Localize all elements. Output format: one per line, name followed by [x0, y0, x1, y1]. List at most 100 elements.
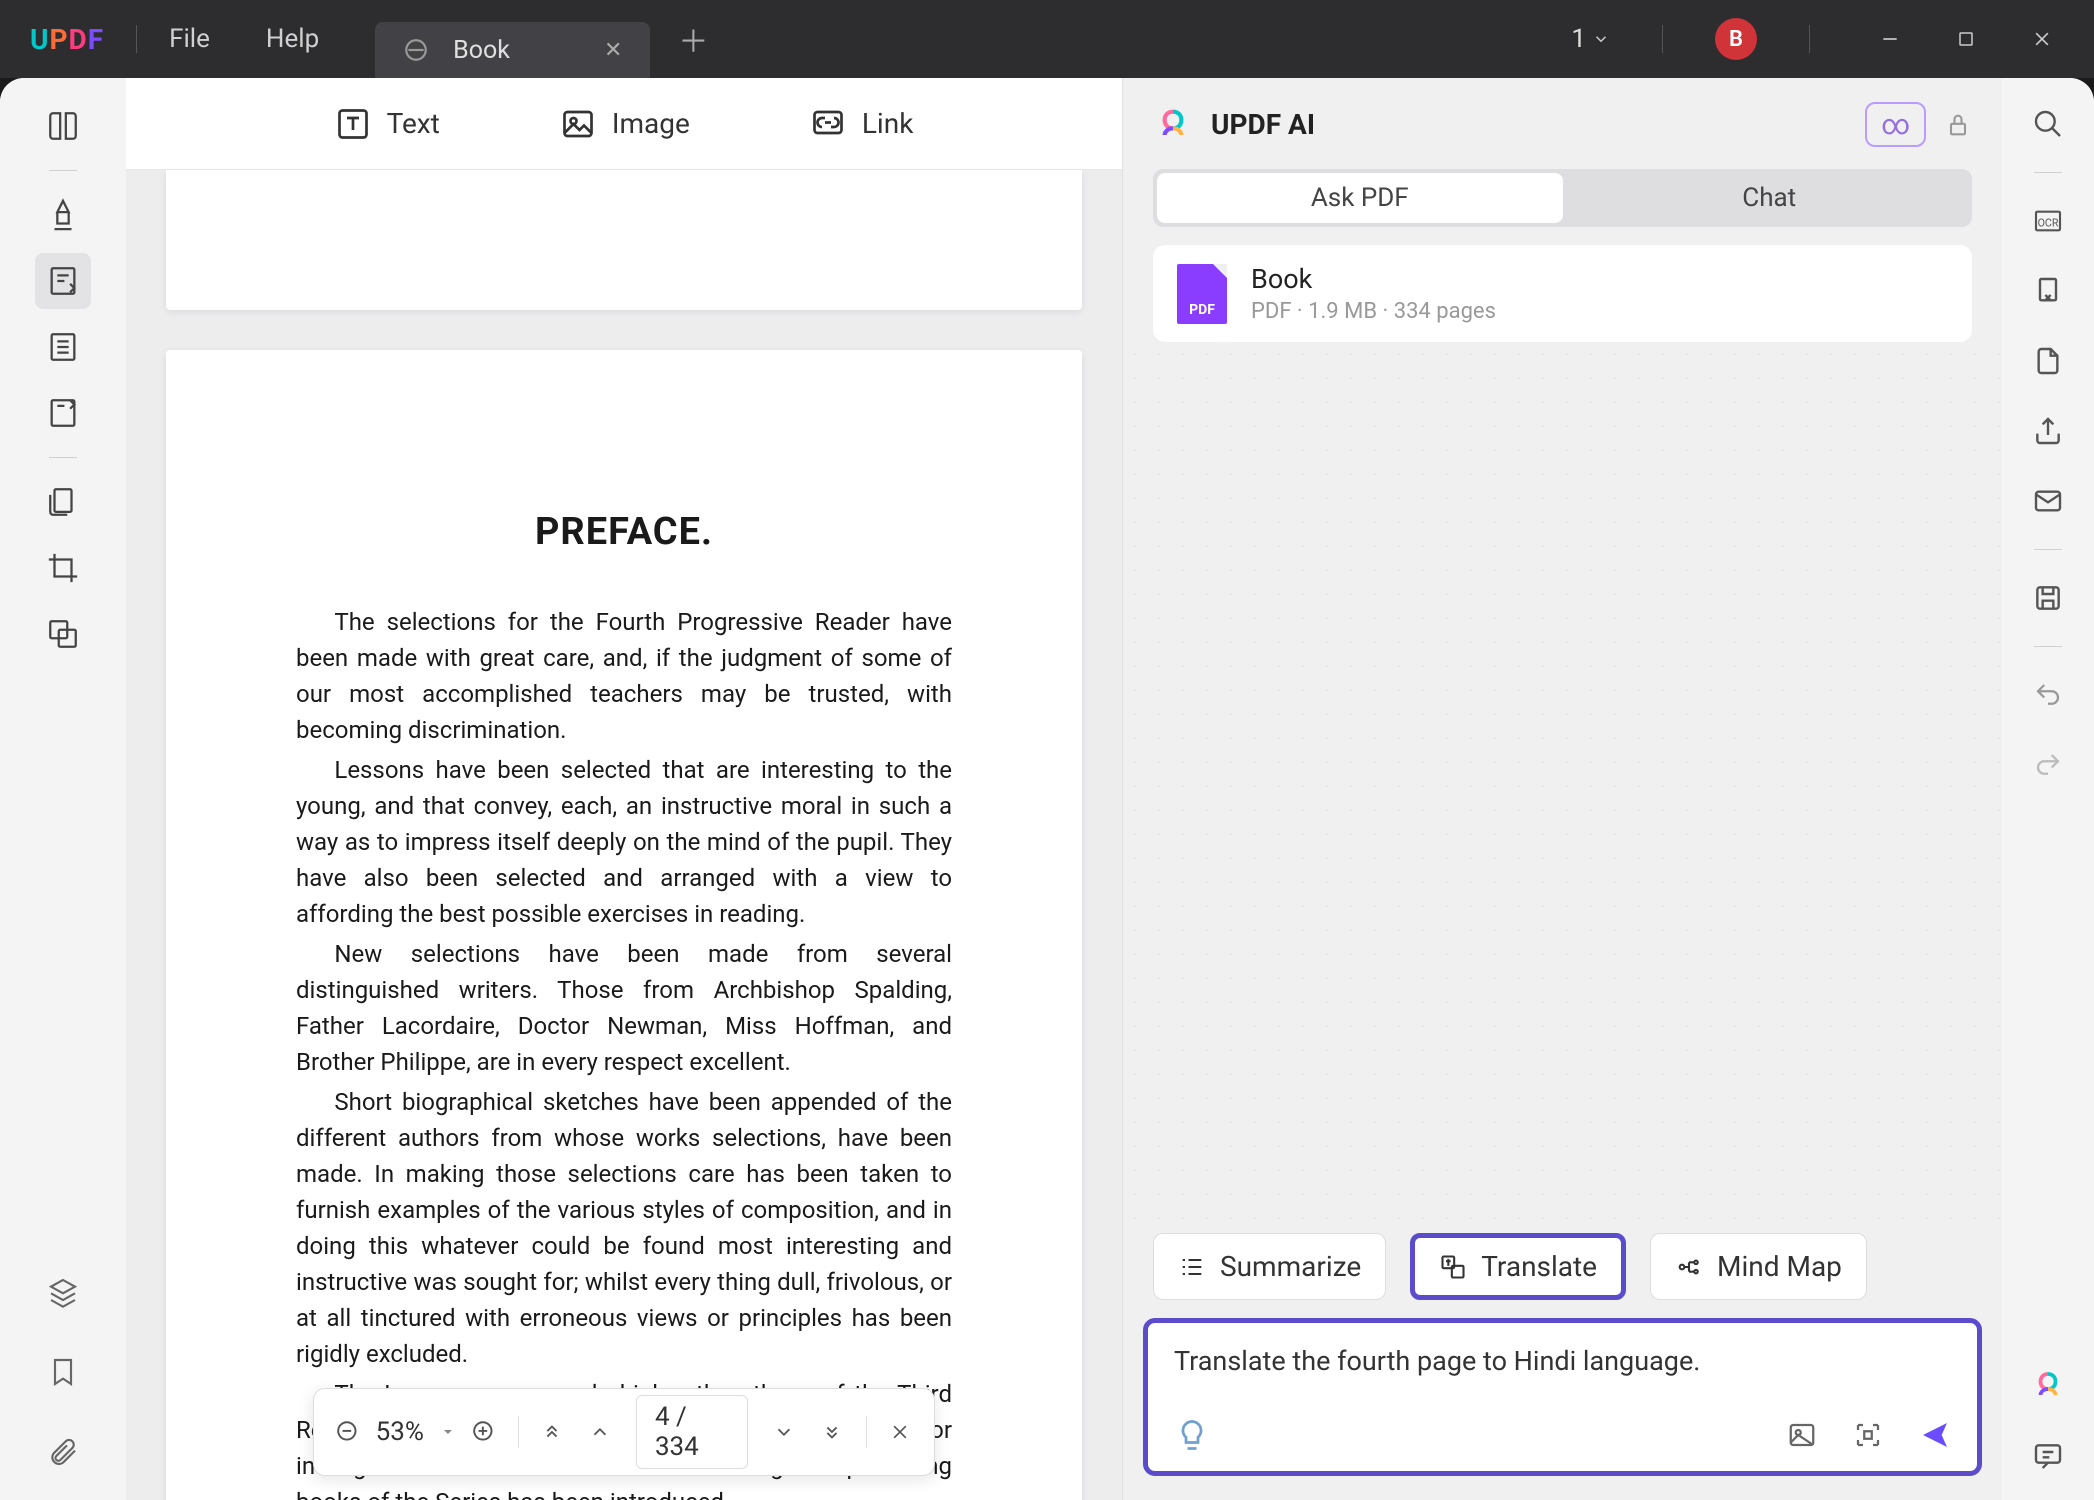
list-icon: [1178, 1253, 1206, 1281]
tab-close-icon[interactable]: ✕: [604, 38, 622, 63]
reader-tool[interactable]: [35, 98, 91, 154]
chat-tab[interactable]: Chat: [1567, 169, 1973, 227]
ai-tabs: Ask PDF Chat: [1153, 169, 1972, 227]
highlight-tool[interactable]: [35, 187, 91, 243]
close-button[interactable]: [2014, 15, 2070, 63]
search-tool[interactable]: [2024, 100, 2072, 148]
ai-input-box[interactable]: Translate the fourth page to Hindi langu…: [1143, 1318, 1982, 1476]
close-controls-button[interactable]: [880, 1410, 920, 1454]
document-viewport[interactable]: PREFACE. The selections for the Fourth P…: [126, 170, 1122, 1500]
redo-tool[interactable]: [2024, 741, 2072, 789]
translate-label: Translate: [1481, 1250, 1597, 1283]
updf-ai-logo-icon: [1153, 105, 1193, 145]
page-current: 4: [655, 1402, 670, 1432]
comment-tool[interactable]: [2024, 1432, 2072, 1480]
new-tab-button[interactable]: ＋: [678, 17, 708, 61]
bookmark-tool[interactable]: [35, 1344, 91, 1400]
zoom-in-button[interactable]: [464, 1410, 504, 1454]
organize-tool[interactable]: [35, 474, 91, 530]
mindmap-icon: [1675, 1253, 1703, 1281]
form-tool[interactable]: [35, 385, 91, 441]
translate-icon: [1439, 1253, 1467, 1281]
ai-panel-title: UPDF AI: [1211, 108, 1315, 141]
svg-text:OCR: OCR: [2038, 216, 2059, 229]
link-edit-tool[interactable]: Link: [810, 106, 914, 142]
mindmap-chip[interactable]: Mind Map: [1650, 1233, 1867, 1300]
text-edit-tool[interactable]: Text: [335, 106, 440, 142]
image-tool-label: Image: [612, 107, 690, 140]
page-controls: 53% 4 / 334: [313, 1388, 935, 1476]
summarize-chip[interactable]: Summarize: [1153, 1233, 1386, 1300]
menu-file[interactable]: File: [169, 24, 210, 54]
image-attach-icon[interactable]: [1787, 1420, 1817, 1450]
ai-launcher[interactable]: [2024, 1362, 2072, 1410]
page-indicator[interactable]: 4 / 334: [636, 1395, 748, 1469]
edit-toolbar: Text Image Link: [126, 78, 1122, 170]
prev-page-button[interactable]: [580, 1410, 620, 1454]
attachment-tool[interactable]: [35, 1424, 91, 1480]
maximize-button[interactable]: [1938, 15, 1994, 63]
edit-tool[interactable]: [35, 253, 91, 309]
page-paragraph: The selections for the Fourth Progressiv…: [296, 604, 952, 748]
menu-help[interactable]: Help: [266, 24, 319, 54]
pages-tool[interactable]: [35, 319, 91, 375]
right-toolbar: OCR: [2002, 78, 2094, 1500]
share-tool[interactable]: [2024, 407, 2072, 455]
undo-tool[interactable]: [2024, 671, 2072, 719]
infinity-badge[interactable]: ∞: [1865, 102, 1926, 147]
convert-tool[interactable]: [2024, 267, 2072, 315]
lightbulb-icon[interactable]: [1174, 1417, 1210, 1453]
main-content: Text Image Link PREFACE. The selections …: [126, 78, 1122, 1500]
next-page-button[interactable]: [764, 1410, 804, 1454]
summarize-label: Summarize: [1220, 1250, 1361, 1283]
document-card[interactable]: PDF Book PDF · 1.9 MB · 334 pages: [1153, 245, 1972, 342]
page-paragraph: New selections have been made from sever…: [296, 936, 952, 1080]
ocr-tool[interactable]: OCR: [2024, 197, 2072, 245]
zoom-display[interactable]: 53%: [376, 1417, 456, 1447]
ai-input-text[interactable]: Translate the fourth page to Hindi langu…: [1174, 1345, 1951, 1385]
text-icon: [335, 106, 371, 142]
crop-tool[interactable]: [35, 540, 91, 596]
doc-count-dropdown[interactable]: 1: [1571, 24, 1610, 54]
previous-page-slice: [166, 170, 1082, 310]
translate-chip[interactable]: Translate: [1410, 1233, 1626, 1300]
screenshot-icon[interactable]: [1853, 1420, 1883, 1450]
tab-title: Book: [453, 36, 510, 65]
ask-pdf-tab[interactable]: Ask PDF: [1157, 173, 1563, 223]
zoom-value: 53%: [376, 1417, 424, 1447]
first-page-button[interactable]: [533, 1410, 573, 1454]
image-icon: [560, 106, 596, 142]
ai-panel: UPDF AI ∞ Ask PDF Chat PDF Book PDF · 1.…: [1122, 78, 2002, 1500]
minimize-button[interactable]: [1862, 15, 1918, 63]
user-avatar[interactable]: B: [1715, 18, 1757, 60]
ai-action-chips: Summarize Translate Mind Map: [1123, 1233, 2002, 1300]
page-heading: PREFACE.: [296, 510, 952, 554]
document-tab[interactable]: Book ✕: [375, 22, 650, 78]
compare-tool[interactable]: [35, 606, 91, 662]
image-edit-tool[interactable]: Image: [560, 106, 690, 142]
doc-name: Book: [1251, 263, 1496, 295]
ai-chat-body: [1123, 342, 2002, 1233]
ai-header: UPDF AI ∞: [1123, 78, 2002, 161]
page-paragraph: Lessons have been selected that are inte…: [296, 752, 952, 932]
pdf-thumb-icon: PDF: [1177, 264, 1227, 324]
doc-count-value: 1: [1571, 24, 1586, 54]
compress-tool[interactable]: [2024, 337, 2072, 385]
link-tool-label: Link: [862, 107, 914, 140]
zoom-out-button[interactable]: [328, 1410, 368, 1454]
last-page-button[interactable]: [812, 1410, 852, 1454]
layers-tool[interactable]: [35, 1264, 91, 1320]
left-toolbar: [0, 78, 126, 1500]
page-paragraph: Short biographical sketches have been ap…: [296, 1084, 952, 1372]
titlebar: UPDF File Help Book ✕ ＋ 1 B: [0, 0, 2094, 78]
chevron-down-icon: [1592, 30, 1610, 48]
send-button[interactable]: [1919, 1419, 1951, 1451]
save-tool[interactable]: [2024, 574, 2072, 622]
document-page: PREFACE. The selections for the Fourth P…: [166, 350, 1082, 1500]
email-tool[interactable]: [2024, 477, 2072, 525]
doc-meta: PDF · 1.9 MB · 334 pages: [1251, 299, 1496, 324]
dropdown-icon: [440, 1424, 456, 1440]
app-logo: UPDF: [30, 23, 104, 56]
lock-icon[interactable]: [1944, 111, 1972, 139]
text-tool-label: Text: [387, 107, 440, 140]
